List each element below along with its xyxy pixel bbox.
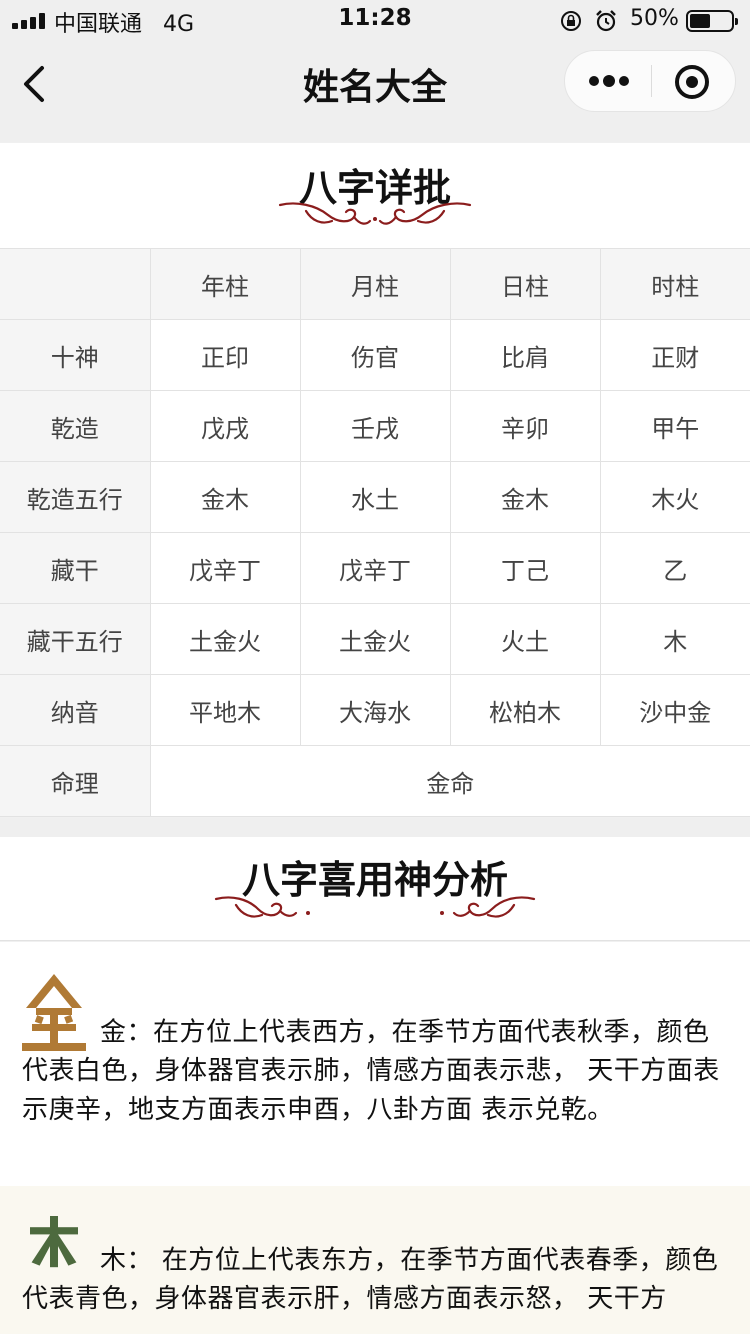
analysis-section-title: 八字喜用神分析 — [241, 858, 508, 902]
table-cell: 戊戌 — [149, 390, 301, 462]
wood-description: 木： 在方位上代表东方，在季节方面代表春季，颜色代表青色，身体器官表示肝，情感方… — [22, 1245, 719, 1315]
bazi-table: 年柱 月柱 日柱 时柱 十神 正印 伤官 比肩 正财 乾造 戊戌 壬戌 辛卯 甲… — [0, 248, 750, 817]
battery-icon — [686, 10, 738, 32]
row-label: 乾造 — [0, 390, 151, 462]
table-cell: 大海水 — [299, 674, 451, 746]
row-label: 藏干五行 — [0, 603, 151, 675]
dot-icon — [589, 76, 599, 86]
wood-element-text: 木： 在方位上代表东方，在季节方面代表春季，颜色代表青色，身体器官表示肝，情感方… — [22, 1186, 728, 1319]
row-label: 纳音 — [0, 674, 151, 746]
row-label: 藏干 — [0, 532, 151, 604]
row-label: 命理 — [0, 745, 151, 817]
more-options-button[interactable] — [565, 51, 651, 111]
column-header: 月柱 — [299, 248, 451, 320]
table-cell: 金木 — [149, 461, 301, 533]
table-row: 纳音 平地木 大海水 松柏木 沙中金 — [0, 674, 750, 746]
table-cell: 比肩 — [449, 319, 601, 391]
section-divider — [0, 818, 750, 837]
metal-element-text: 金：在方位上代表西方，在季节方面代表秋季，颜色代表白色，身体器官表示肺，情感方面… — [22, 942, 728, 1129]
miniprogram-capsule — [564, 50, 736, 112]
wood-element-block: 木： 在方位上代表东方，在季节方面代表春季，颜色代表青色，身体器官表示肝，情感方… — [0, 1186, 750, 1334]
table-cell: 土金火 — [299, 603, 451, 675]
table-cell: 火土 — [449, 603, 601, 675]
close-miniprogram-icon[interactable] — [675, 65, 709, 99]
nav-bar: 姓名大全 — [0, 40, 750, 142]
fate-value-cell: 金命 — [149, 745, 750, 817]
battery-fill — [690, 14, 710, 28]
table-cell: 正财 — [599, 319, 750, 391]
status-bar: 中国联通 4G 11:28 50% — [0, 0, 750, 40]
table-row: 十神 正印 伤官 比肩 正财 — [0, 319, 750, 391]
table-cell: 水土 — [299, 461, 451, 533]
table-row: 藏干 戊辛丁 戊辛丁 丁己 乙 — [0, 532, 750, 604]
table-cell: 正印 — [149, 319, 301, 391]
dot-icon — [619, 76, 629, 86]
table-row: 命理 金命 — [0, 745, 750, 817]
table-cell: 木火 — [599, 461, 750, 533]
metal-glyph-icon — [22, 974, 86, 1051]
table-cell: 甲午 — [599, 390, 750, 462]
table-cell: 木 — [599, 603, 750, 675]
table-cell: 丁己 — [449, 532, 601, 604]
table-row: 乾造五行 金木 水土 金木 木火 — [0, 461, 750, 533]
bazi-section-header: 八字详批 — [0, 143, 750, 248]
table-cell: 沙中金 — [599, 674, 750, 746]
table-cell: 壬戌 — [299, 390, 451, 462]
table-cell: 金木 — [449, 461, 601, 533]
table-cell: 戊辛丁 — [299, 532, 451, 604]
table-cell: 戊辛丁 — [149, 532, 301, 604]
table-corner-cell — [0, 248, 151, 320]
ornament-right-icon — [440, 896, 536, 918]
table-cell: 辛卯 — [449, 390, 601, 462]
column-header: 日柱 — [449, 248, 601, 320]
metal-element-block: 金：在方位上代表西方，在季节方面代表秋季，颜色代表白色，身体器官表示肺，情感方面… — [0, 942, 750, 1186]
metal-description: 金：在方位上代表西方，在季节方面代表秋季，颜色代表白色，身体器官表示肺，情感方面… — [22, 1017, 720, 1125]
battery-percent: 50% — [630, 6, 679, 31]
capsule-divider — [651, 65, 652, 97]
analysis-section-header: 八字喜用神分析 — [0, 837, 750, 941]
table-cell: 乙 — [599, 532, 750, 604]
alarm-icon — [596, 10, 616, 32]
row-label: 乾造五行 — [0, 461, 151, 533]
column-header: 年柱 — [149, 248, 301, 320]
table-header-row: 年柱 月柱 日柱 时柱 — [0, 248, 750, 320]
table-row: 乾造 戊戌 壬戌 辛卯 甲午 — [0, 390, 750, 462]
column-header: 时柱 — [599, 248, 750, 320]
wood-glyph-icon — [30, 1216, 78, 1268]
table-cell: 土金火 — [149, 603, 301, 675]
table-cell: 松柏木 — [449, 674, 601, 746]
ornament-flourish-icon — [278, 202, 472, 225]
table-row: 藏干五行 土金火 土金火 火土 木 — [0, 603, 750, 675]
table-cell: 平地木 — [149, 674, 301, 746]
dot-icon — [603, 75, 615, 87]
table-cell: 伤官 — [299, 319, 451, 391]
orientation-lock-icon — [561, 11, 581, 31]
row-label: 十神 — [0, 319, 151, 391]
ornament-left-icon — [214, 896, 310, 918]
